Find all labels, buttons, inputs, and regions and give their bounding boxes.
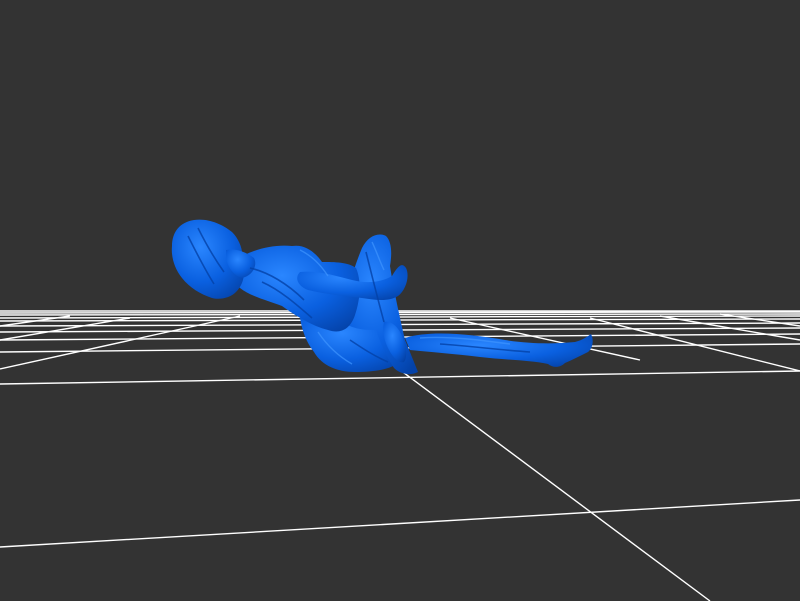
3d-viewport[interactable] [0, 0, 800, 601]
viewport-background [0, 0, 800, 601]
grid-line-horizontal [0, 313, 800, 316]
grid-line-horizontal [0, 311, 800, 314]
scene-canvas[interactable] [0, 0, 800, 601]
